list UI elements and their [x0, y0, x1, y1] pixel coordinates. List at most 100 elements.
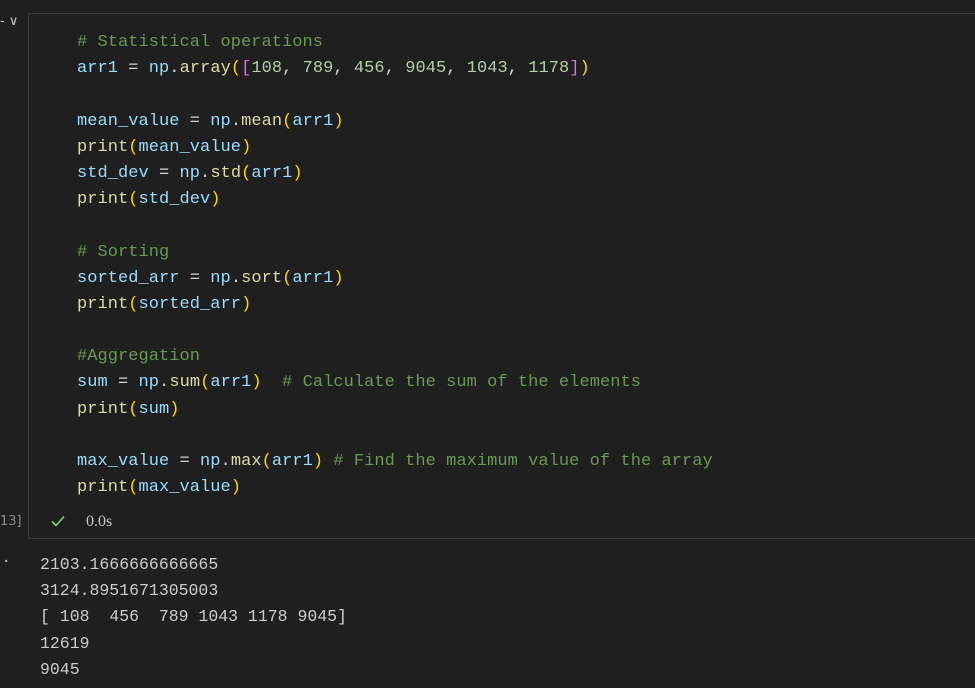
code-token: max — [230, 452, 262, 471]
code-token: 789 — [302, 59, 334, 79]
code-line: sum = np.sum(arr1) # Calculate the sum o… — [77, 370, 713, 396]
code-token: ) — [251, 373, 262, 393]
code-token: ( — [282, 268, 293, 288]
code-token: np — [210, 268, 231, 288]
code-token: mean_value — [138, 137, 242, 157]
code-token: , — [446, 59, 467, 79]
code-token: print — [77, 294, 129, 314]
code-line: max_value = np.max(arr1) # Find the maxi… — [77, 449, 713, 475]
code-token: 108 — [251, 59, 283, 79]
execution-duration: 0.0s — [86, 513, 113, 530]
code-token: , — [282, 59, 303, 79]
code-token: = — [179, 111, 211, 131]
code-editor[interactable]: # Statistical operations arr1 = np.array(… — [77, 30, 713, 501]
code-token: array — [179, 59, 231, 79]
code-token: max_value — [77, 452, 170, 471]
code-token: . — [230, 111, 242, 131]
code-token: np — [148, 59, 170, 79]
code-token: ) — [241, 137, 252, 157]
code-token: sum — [169, 373, 201, 393]
code-token: = — [169, 452, 201, 471]
code-cell[interactable]: # Statistical operations arr1 = np.array(… — [28, 13, 975, 508]
code-line: sorted_arr = np.sort(arr1) — [77, 266, 713, 292]
code-token: 1178 — [528, 59, 570, 79]
code-line: print(std_dev) — [77, 187, 713, 213]
cell-status-bar — [28, 507, 975, 539]
code-token: = — [118, 59, 149, 79]
code-token: ) — [312, 452, 324, 471]
code-token: max_value — [138, 478, 231, 498]
execution-count: 13] — [0, 514, 22, 529]
check-icon — [51, 515, 65, 527]
code-token: ( — [282, 111, 293, 131]
code-token: ( — [230, 59, 242, 79]
code-token: ( — [128, 399, 139, 419]
code-token: ) — [210, 190, 221, 210]
code-token: = — [148, 163, 180, 183]
code-token: , — [507, 59, 529, 79]
code-token: std_dev — [77, 163, 149, 183]
code-token: ) — [292, 163, 303, 183]
code-line: # Sorting — [77, 240, 713, 266]
code-token: . — [200, 163, 211, 183]
code-token: # Find the maximum value of the array — [333, 452, 713, 471]
code-line: std_dev = np.std(arr1) — [77, 161, 713, 187]
output-line: [ 108 456 789 1043 1178 9045] — [40, 607, 347, 627]
code-token: ) — [169, 399, 180, 419]
cell-output: 2103.1666666666665 3124.8951671305003 [ 10… — [40, 552, 347, 683]
code-token: sorted_arr — [77, 268, 180, 288]
code-line: print(sorted_arr) — [77, 292, 713, 318]
code-token: np — [179, 163, 201, 183]
code-token: # Sorting — [77, 242, 170, 262]
code-token: arr1 — [271, 452, 313, 471]
code-token: [ — [241, 59, 252, 79]
code-token: . — [220, 452, 231, 471]
code-token: ( — [241, 163, 252, 183]
code-token: ( — [128, 478, 139, 498]
code-token: arr1 — [210, 373, 252, 393]
code-token: print — [77, 190, 129, 210]
code-token: . — [169, 59, 180, 79]
code-token: sum — [77, 373, 108, 393]
code-token: np — [200, 452, 221, 471]
code-token: print — [77, 137, 129, 157]
code-token: arr1 — [251, 163, 293, 183]
code-token: ) — [333, 268, 344, 288]
code-line: mean_value = np.mean(arr1) — [77, 109, 713, 135]
code-line: arr1 = np.array([108, 789, 456, 9045, 10… — [77, 56, 713, 82]
output-line: 9045 — [40, 659, 80, 679]
code-token: . — [159, 373, 170, 393]
code-line: print(mean_value) — [77, 135, 713, 161]
code-token: sorted_arr — [138, 294, 242, 314]
code-token: std_dev — [138, 190, 211, 210]
code-token: = — [107, 373, 139, 393]
code-line: #Aggregation — [77, 344, 713, 370]
code-token: ( — [200, 373, 211, 393]
code-token: # Statistical operations — [77, 33, 324, 52]
code-token: ( — [128, 190, 139, 210]
output-line: 2103.1666666666665 — [40, 555, 219, 574]
code-token: sort — [241, 268, 283, 288]
code-token: . — [230, 268, 242, 288]
code-token: ] — [569, 59, 580, 79]
code-token: std — [210, 163, 242, 183]
code-token: ) — [241, 294, 252, 314]
code-token: arr1 — [292, 111, 334, 131]
output-marker[interactable]: · — [2, 554, 10, 570]
code-token: 456 — [353, 59, 385, 79]
code-token: ) — [230, 478, 242, 498]
code-token: ) — [579, 59, 590, 79]
code-token: arr1 — [77, 59, 119, 79]
code-token: ( — [128, 137, 139, 157]
code-line: print(sum) — [77, 397, 713, 423]
code-token: np — [138, 373, 160, 393]
code-token: print — [77, 478, 129, 498]
code-token: , — [333, 59, 354, 79]
code-token: print — [77, 399, 129, 419]
code-token: sum — [138, 399, 170, 419]
code-token: ) — [333, 111, 344, 131]
